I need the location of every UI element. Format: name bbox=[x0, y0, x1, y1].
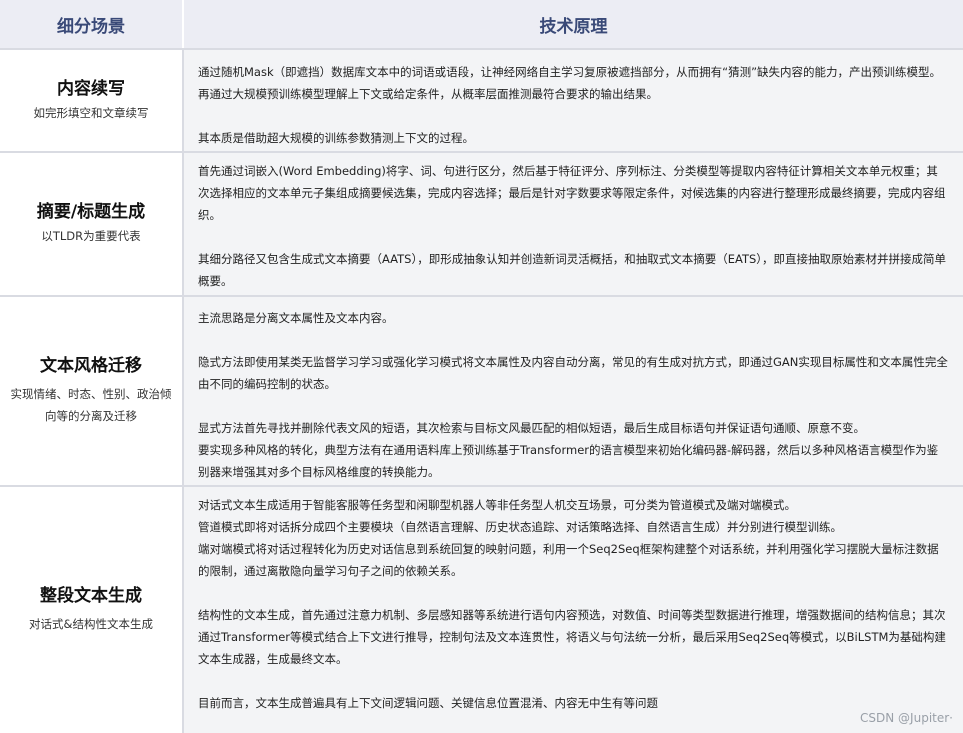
principle-paragraph: 首先通过词嵌入(Word Embedding)将字、词、句进行区分，然后基于特征… bbox=[198, 164, 946, 222]
principle-paragraph: 主流思路是分离文本属性及文本内容。 bbox=[198, 311, 394, 325]
principle-paragraph: 端对端模式将对话过程转化为历史对话信息到系统回复的映射问题，利用一个Seq2Se… bbox=[198, 542, 939, 578]
principle-paragraph: 其本质是借助超大规模的训练参数猜测上下文的过程。 bbox=[198, 131, 474, 145]
principle-cell: 主流思路是分离文本属性及文本内容。 隐式方法即使用某类无监督学习学习或强化学习模… bbox=[184, 297, 963, 485]
scenario-cell: 整段文本生成 对话式&结构性文本生成 bbox=[0, 487, 182, 733]
principle-paragraph: 其细分路径又包含生成式文本摘要（AATS），即形成抽象认知并创造新词灵活概括，和… bbox=[198, 252, 947, 288]
principle-paragraph: 隐式方法即使用某类无监督学习学习或强化学习模式将文本属性及内容自动分离，常见的有… bbox=[198, 355, 948, 391]
scenario-cell: 内容续写 如完形填空和文章续写 bbox=[0, 50, 182, 151]
paragraph-spacer bbox=[198, 582, 949, 604]
scenario-title: 内容续写 bbox=[57, 78, 125, 99]
principle-cell: 首先通过词嵌入(Word Embedding)将字、词、句进行区分，然后基于特征… bbox=[184, 153, 963, 295]
scenario-subtitle: 对话式&结构性文本生成 bbox=[29, 617, 153, 631]
scenario-subtitle: 如完形填空和文章续写 bbox=[33, 105, 149, 120]
scenario-title: 摘要/标题生成 bbox=[36, 202, 146, 222]
scenario-title: 文本风格迁移 bbox=[40, 356, 142, 376]
paragraph-spacer bbox=[198, 670, 949, 692]
principle-paragraph: 显式方法首先寻找并删除代表文风的短语，其次检索与目标文风最匹配的相似短语，最后生… bbox=[198, 421, 865, 435]
principle-paragraph: 目前而言，文本生成普遍具有上下文间逻辑问题、关键信息位置混淆、内容无中生有等问题 bbox=[198, 696, 658, 710]
table-row: 文本风格迁移 实现情绪、时态、性别、政治倾向等的分离及迁移 主流思路是分离文本属… bbox=[0, 297, 963, 485]
principle-paragraph: 对话式文本生成适用于智能客服等任务型和闲聊型机器人等非任务型人机交互场景，可分类… bbox=[198, 498, 796, 512]
scenario-cell: 文本风格迁移 实现情绪、时态、性别、政治倾向等的分离及迁移 bbox=[0, 297, 182, 485]
paragraph-spacer bbox=[198, 329, 949, 351]
principle-paragraph: 管道模式即将对话拆分成四个主要模块（自然语言理解、历史状态追踪、对话策略选择、自… bbox=[198, 520, 842, 534]
principle-paragraph: 结构性的文本生成，首先通过注意力机制、多层感知器等系统进行语句内容预选，对数值、… bbox=[198, 608, 946, 666]
principle-paragraph: 要实现多种风格的转化，典型方法有在通用语料库上预训练基于Transformer的… bbox=[198, 443, 939, 479]
scenario-title: 整段文本生成 bbox=[40, 586, 142, 606]
scenario-cell: 摘要/标题生成 以TLDR为重要代表 bbox=[0, 153, 182, 295]
table-row: 整段文本生成 对话式&结构性文本生成 对话式文本生成适用于智能客服等任务型和闲聊… bbox=[0, 487, 963, 733]
scenario-subtitle: 实现情绪、时态、性别、政治倾向等的分离及迁移 bbox=[10, 387, 172, 423]
csdn-watermark: CSDN @Jupiter· bbox=[860, 711, 953, 725]
principle-paragraph: 通过随机Mask（即遮挡）数据库文本中的词语或语段，让神经网络自主学习复原被遮挡… bbox=[198, 65, 942, 101]
paragraph-spacer bbox=[198, 226, 949, 248]
table-row: 摘要/标题生成 以TLDR为重要代表 首先通过词嵌入(Word Embeddin… bbox=[0, 153, 963, 295]
principle-cell: 通过随机Mask（即遮挡）数据库文本中的词语或语段，让神经网络自主学习复原被遮挡… bbox=[184, 50, 963, 151]
tech-table: 细分场景 技术原理 内容续写 如完形填空和文章续写 通过随机Mask（即遮挡）数… bbox=[0, 0, 963, 733]
header-scenario: 细分场景 bbox=[0, 0, 182, 48]
paragraph-spacer bbox=[198, 105, 949, 127]
header-principle: 技术原理 bbox=[184, 0, 963, 48]
scenario-subtitle: 以TLDR为重要代表 bbox=[41, 229, 141, 243]
principle-cell: 对话式文本生成适用于智能客服等任务型和闲聊型机器人等非任务型人机交互场景，可分类… bbox=[184, 487, 963, 733]
paragraph-spacer bbox=[198, 395, 949, 417]
table-row: 内容续写 如完形填空和文章续写 通过随机Mask（即遮挡）数据库文本中的词语或语… bbox=[0, 50, 963, 151]
